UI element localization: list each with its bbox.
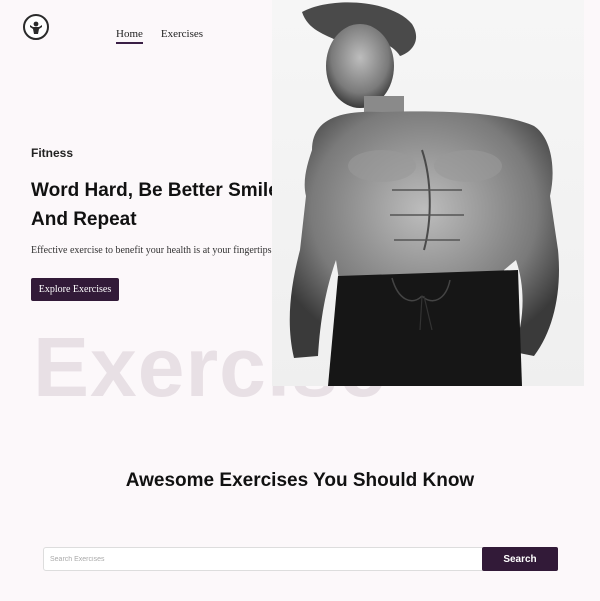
nav-link-home[interactable]: Home: [116, 28, 143, 44]
nav-link-exercises[interactable]: Exercises: [161, 28, 203, 44]
explore-exercises-button[interactable]: Explore Exercises: [31, 278, 119, 301]
hero-subtitle: Fitness: [31, 146, 74, 160]
hero-title: Word Hard, Be Better Smile And Repeat: [31, 180, 279, 230]
section-title: Awesome Exercises You Should Know: [125, 470, 475, 491]
search-input[interactable]: [43, 547, 483, 571]
search-button[interactable]: Search: [482, 547, 558, 571]
gym-logo-icon[interactable]: [23, 14, 49, 40]
hero-description: Effective exercise to benefit your healt…: [31, 245, 272, 256]
hero-banner-image: [272, 0, 584, 386]
main-nav: Home Exercises: [116, 28, 203, 44]
